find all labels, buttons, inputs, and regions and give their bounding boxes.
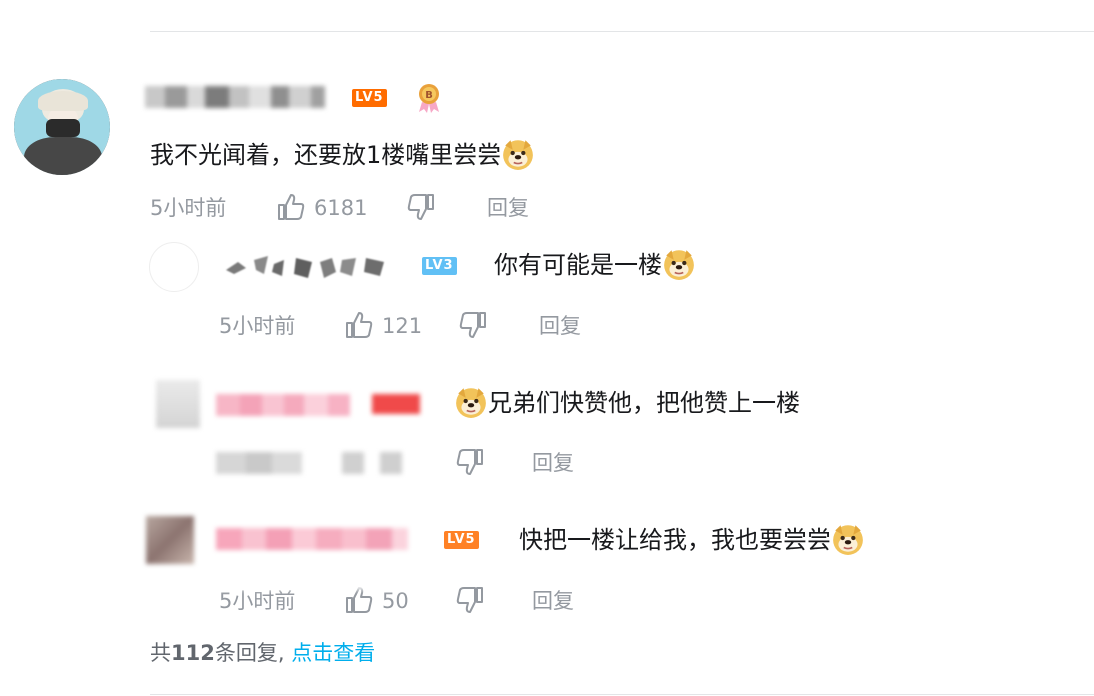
meta-overlap-blur xyxy=(214,578,414,590)
reply-button[interactable]: 回复 xyxy=(532,588,574,614)
reply-summary-count: 112 xyxy=(171,641,215,665)
doge-emoji-icon xyxy=(503,140,534,170)
reply-username-blurred[interactable] xyxy=(224,250,390,284)
svg-text:B: B xyxy=(425,90,433,101)
bottom-divider xyxy=(150,694,1094,695)
reply-avatar[interactable] xyxy=(149,242,199,292)
dislike-icon[interactable] xyxy=(455,447,485,477)
level-badge: LV5 xyxy=(352,89,387,107)
reply-time: 5小时前 xyxy=(219,589,296,613)
reply-summary-prefix: 共 xyxy=(150,641,171,665)
level-badge: LV3 xyxy=(422,257,457,275)
like-icon[interactable] xyxy=(276,192,306,222)
like-icon[interactable] xyxy=(344,310,374,340)
level-badge-blurred xyxy=(372,394,420,414)
reply-summary: 共112条回复, 点击查看 xyxy=(150,637,375,667)
username-blurred[interactable] xyxy=(145,86,325,108)
doge-emoji-icon xyxy=(456,388,486,418)
like-count: 50 xyxy=(382,589,409,613)
doge-emoji-icon xyxy=(833,525,863,555)
doge-emoji-icon xyxy=(664,250,694,280)
reply-button[interactable]: 回复 xyxy=(539,313,581,339)
comment-time: 5小时前 xyxy=(150,196,227,220)
dislike-icon[interactable] xyxy=(455,585,485,615)
like-count: 6181 xyxy=(314,196,368,220)
comment-text: 我不光闻着，还要放1楼嘴里尝尝 xyxy=(150,140,535,171)
dislike-icon[interactable] xyxy=(406,192,436,222)
level-badge: LV5 xyxy=(444,531,479,549)
reply-username-blurred[interactable] xyxy=(216,394,350,416)
reply-button[interactable]: 回复 xyxy=(532,450,574,476)
medal-icon: B xyxy=(419,84,439,113)
avatar[interactable] xyxy=(14,79,110,175)
top-divider xyxy=(150,31,1094,32)
reply-text-content: 你有可能是一楼 xyxy=(494,251,662,279)
reply-text-content: 快把一楼让给我，我也要尝尝 xyxy=(519,526,831,554)
dislike-icon[interactable] xyxy=(458,310,488,340)
reply-avatar[interactable] xyxy=(146,516,194,564)
reply-text: 你有可能是一楼 xyxy=(494,250,696,281)
reply-time: 5小时前 xyxy=(219,314,296,338)
reply-button[interactable]: 回复 xyxy=(487,195,529,221)
reply-text-content: 兄弟们快赞他，把他赞上一楼 xyxy=(488,389,800,417)
reply-text: 快把一楼让给我，我也要尝尝 xyxy=(519,525,865,556)
like-count: 121 xyxy=(382,314,423,338)
view-replies-link[interactable]: 点击查看 xyxy=(291,641,375,665)
comment-text-content: 我不光闻着，还要放1楼嘴里尝尝 xyxy=(150,141,502,169)
reply-text: 兄弟们快赞他，把他赞上一楼 xyxy=(454,388,800,419)
reply-username-blurred[interactable] xyxy=(216,528,408,550)
reply-avatar[interactable] xyxy=(156,380,200,428)
reply-summary-suffix: 条回复, xyxy=(214,641,285,665)
reply-meta-blurred xyxy=(216,452,402,474)
